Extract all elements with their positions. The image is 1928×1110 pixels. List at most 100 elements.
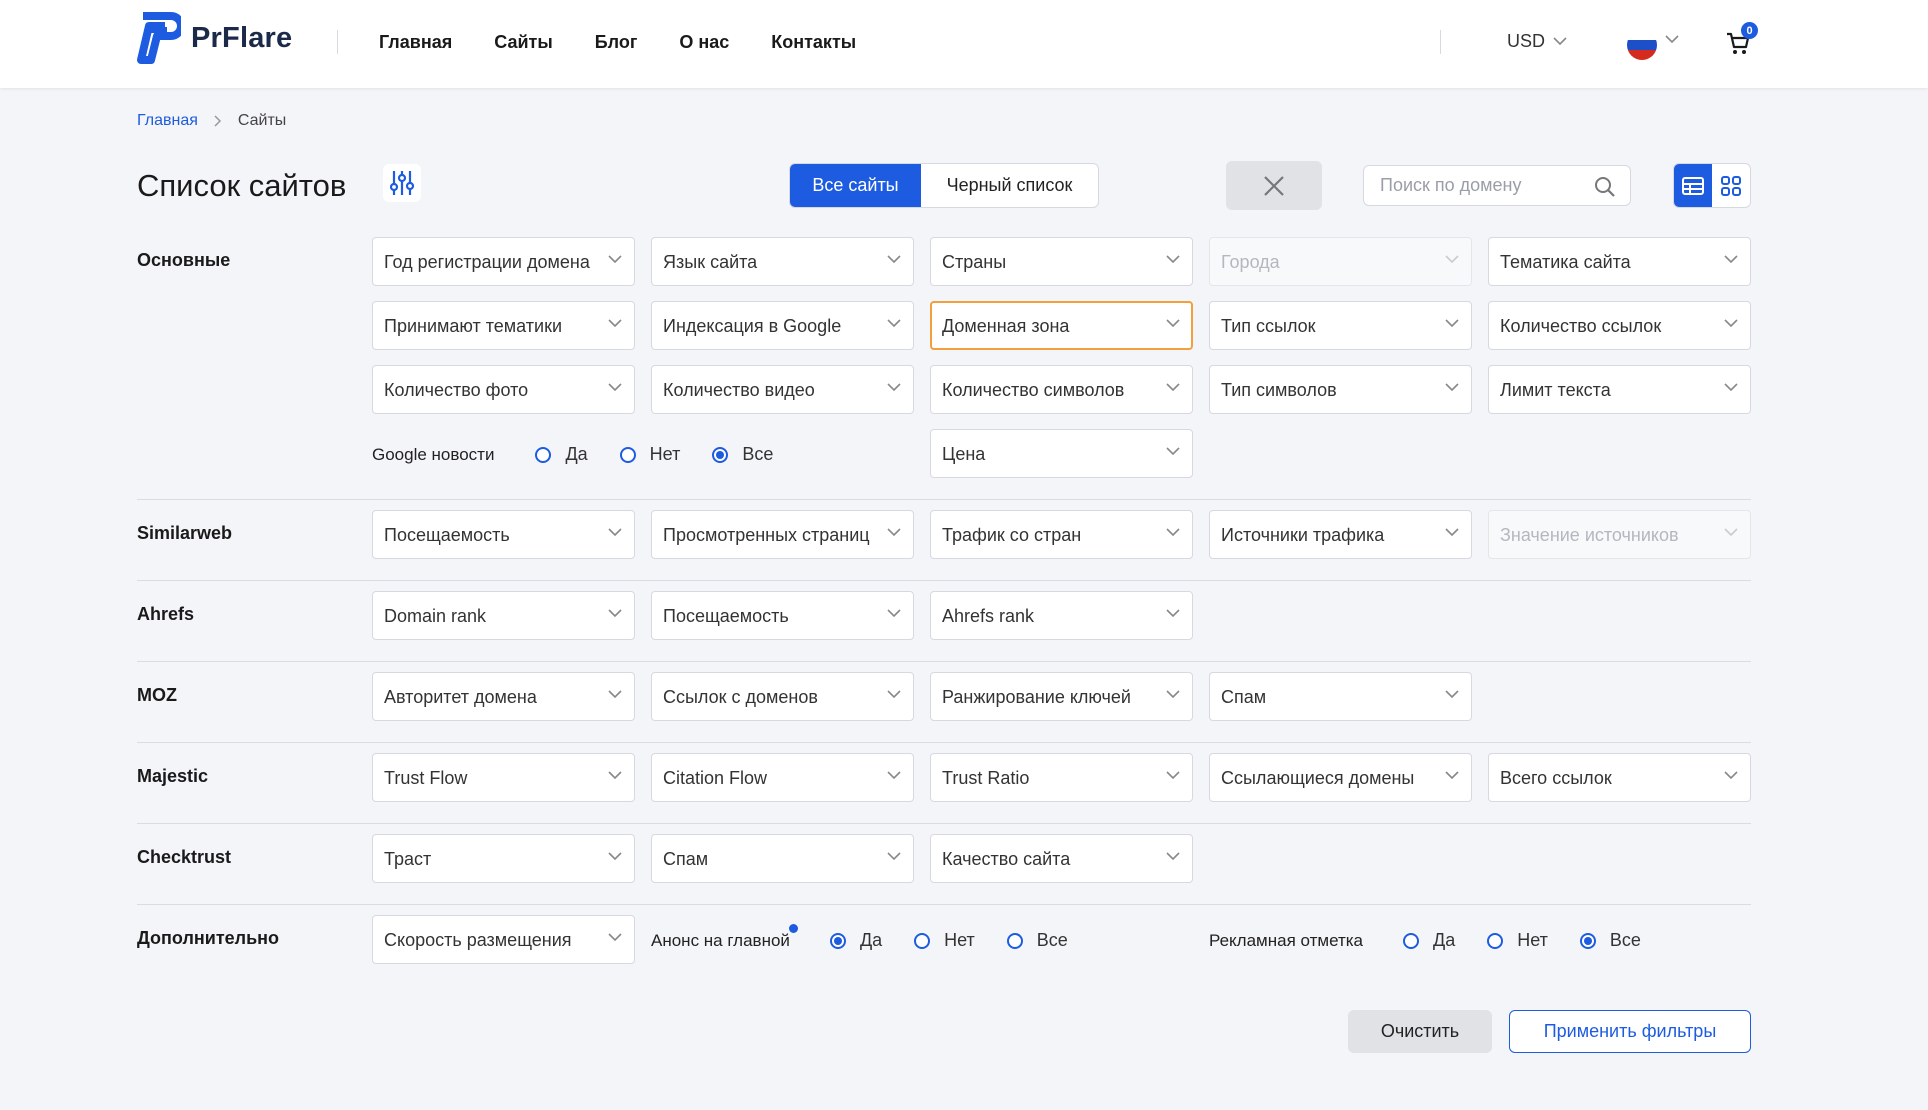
ad-mark-no[interactable]: Нет: [1487, 930, 1548, 951]
filter-countries[interactable]: Страны: [930, 237, 1193, 286]
filter-total-links[interactable]: Всего ссылок: [1488, 753, 1751, 802]
filter-price[interactable]: Цена: [930, 429, 1193, 478]
chevron-down-icon: [887, 771, 901, 780]
filter-label: Страны: [942, 252, 1007, 272]
currency-select[interactable]: USD: [1507, 31, 1567, 52]
section-divider: [137, 823, 1751, 824]
nav-item-home[interactable]: Главная: [379, 32, 452, 53]
announce-yes[interactable]: Да: [829, 930, 883, 951]
radio-yes[interactable]: [535, 446, 552, 463]
nav-item-blog[interactable]: Блог: [595, 32, 638, 53]
filter-label: Доменная зона: [942, 316, 1070, 336]
filter-label: Год регистрации домена: [384, 252, 590, 272]
filter-moz-linking-domains[interactable]: Ссылок с доменов: [651, 672, 914, 721]
filter-char-type[interactable]: Тип символов: [1209, 365, 1472, 414]
homepage-announce-label: Анонс на главной: [651, 930, 790, 950]
filter-moz-spam[interactable]: Спам: [1209, 672, 1472, 721]
close-icon: [1264, 175, 1284, 196]
filter-link-count[interactable]: Количество ссылок: [1488, 301, 1751, 350]
table-view-button[interactable]: [1674, 164, 1712, 207]
tab-blacklist[interactable]: Черный список: [921, 164, 1098, 207]
search-icon[interactable]: [1594, 176, 1616, 198]
ad-mark-label: Рекламная отметка: [1209, 930, 1364, 950]
filter-domain-zone[interactable]: Доменная зона: [930, 301, 1193, 350]
reset-search-button[interactable]: [1226, 161, 1322, 210]
filter-settings-button[interactable]: [383, 164, 421, 202]
filter-referring-domains[interactable]: Ссылающиеся домены: [1209, 753, 1472, 802]
breadcrumb-home[interactable]: Главная: [137, 112, 198, 130]
filter-google-indexing[interactable]: Индексация в Google: [651, 301, 914, 350]
view-mode-switch: [1673, 163, 1751, 208]
filter-photo-count[interactable]: Количество фото: [372, 365, 635, 414]
filter-ahrefs-rank[interactable]: Ahrefs rank: [930, 591, 1193, 640]
tab-all-sites[interactable]: Все сайты: [790, 164, 921, 207]
filter-sw-pageviews[interactable]: Просмотренных страниц: [651, 510, 914, 559]
top-header: PrFlare Главная Сайты Блог О нас Контакт…: [0, 0, 1928, 88]
radio-no[interactable]: [619, 446, 636, 463]
grid-view-button[interactable]: [1712, 164, 1750, 207]
filter-label: Трафик со стран: [942, 525, 1082, 545]
brand-logo[interactable]: PrFlare: [137, 12, 292, 64]
filter-label: Domain rank: [384, 606, 487, 626]
apply-filters-button[interactable]: Применить фильтры: [1509, 1010, 1751, 1053]
filter-label: Принимают тематики: [384, 316, 563, 336]
chevron-down-icon: [1166, 528, 1180, 537]
filter-citation-flow[interactable]: Citation Flow: [651, 753, 914, 802]
nav-item-sites[interactable]: Сайты: [494, 32, 552, 53]
ad-mark-yes[interactable]: Да: [1403, 930, 1455, 951]
filter-label: Количество ссылок: [1500, 316, 1662, 336]
section-divider: [137, 499, 1751, 500]
filter-label: Авторитет домена: [384, 687, 537, 707]
filter-accepted-topics[interactable]: Принимают тематики: [372, 301, 635, 350]
filter-video-count[interactable]: Количество видео: [651, 365, 914, 414]
filter-moz-keyword-ranking[interactable]: Ранжирование ключей: [930, 672, 1193, 721]
filter-site-topic[interactable]: Тематика сайта: [1488, 237, 1751, 286]
radio-all[interactable]: [1006, 932, 1023, 949]
filter-trust[interactable]: Траст: [372, 834, 635, 883]
nav-item-about[interactable]: О нас: [679, 32, 729, 53]
clear-filters-button[interactable]: Очистить: [1348, 1010, 1492, 1053]
flag-ru-icon[interactable]: [1627, 30, 1657, 60]
filter-placement-speed[interactable]: Скорость размещения: [372, 915, 635, 964]
filter-trust-flow[interactable]: Trust Flow: [372, 753, 635, 802]
filter-label: Значение источников: [1500, 525, 1679, 545]
filter-link-type[interactable]: Тип ссылок: [1209, 301, 1472, 350]
radio-yes[interactable]: [1403, 932, 1420, 949]
filter-sw-country-traffic[interactable]: Трафик со стран: [930, 510, 1193, 559]
filter-sw-traffic-sources[interactable]: Источники трафика: [1209, 510, 1472, 559]
chevron-down-icon: [608, 690, 622, 699]
filter-sw-visits[interactable]: Посещаемость: [372, 510, 635, 559]
filter-domain-year[interactable]: Год регистрации домена: [372, 237, 635, 286]
google-news-no[interactable]: Нет: [619, 444, 680, 465]
announce-no[interactable]: Нет: [914, 930, 975, 951]
google-news-yes[interactable]: Да: [535, 444, 588, 465]
group-label-ahrefs: Ahrefs: [137, 604, 195, 624]
filter-label: Просмотренных страниц: [663, 525, 870, 545]
filter-checktrust-spam[interactable]: Спам: [651, 834, 914, 883]
filter-label: Качество сайта: [942, 849, 1071, 869]
radio-all[interactable]: [712, 446, 729, 463]
search-input[interactable]: [1380, 166, 1590, 205]
filter-site-language[interactable]: Язык сайта: [651, 237, 914, 286]
breadcrumb-current: Сайты: [237, 112, 287, 129]
breadcrumb: Главная Сайты: [137, 112, 286, 130]
chevron-down-icon: [1553, 37, 1567, 46]
ad-mark-all[interactable]: Все: [1579, 930, 1641, 951]
radio-no[interactable]: [1487, 932, 1504, 949]
google-news-all[interactable]: Все: [712, 444, 773, 465]
announce-all[interactable]: Все: [1006, 930, 1068, 951]
radio-yes[interactable]: [829, 932, 846, 949]
radio-label: Да: [859, 930, 883, 950]
chevron-down-icon[interactable]: [1665, 35, 1679, 44]
filter-char-count[interactable]: Количество символов: [930, 365, 1193, 414]
filter-trust-ratio[interactable]: Trust Ratio: [930, 753, 1193, 802]
filter-site-quality[interactable]: Качество сайта: [930, 834, 1193, 883]
filter-moz-domain-authority[interactable]: Авторитет домена: [372, 672, 635, 721]
radio-all[interactable]: [1579, 932, 1596, 949]
filter-ahrefs-visits[interactable]: Посещаемость: [651, 591, 914, 640]
radio-no[interactable]: [914, 932, 931, 949]
filter-text-limit[interactable]: Лимит текста: [1488, 365, 1751, 414]
nav-item-contacts[interactable]: Контакты: [771, 32, 856, 53]
chevron-down-icon: [887, 319, 901, 328]
filter-ahrefs-domain-rank[interactable]: Domain rank: [372, 591, 635, 640]
